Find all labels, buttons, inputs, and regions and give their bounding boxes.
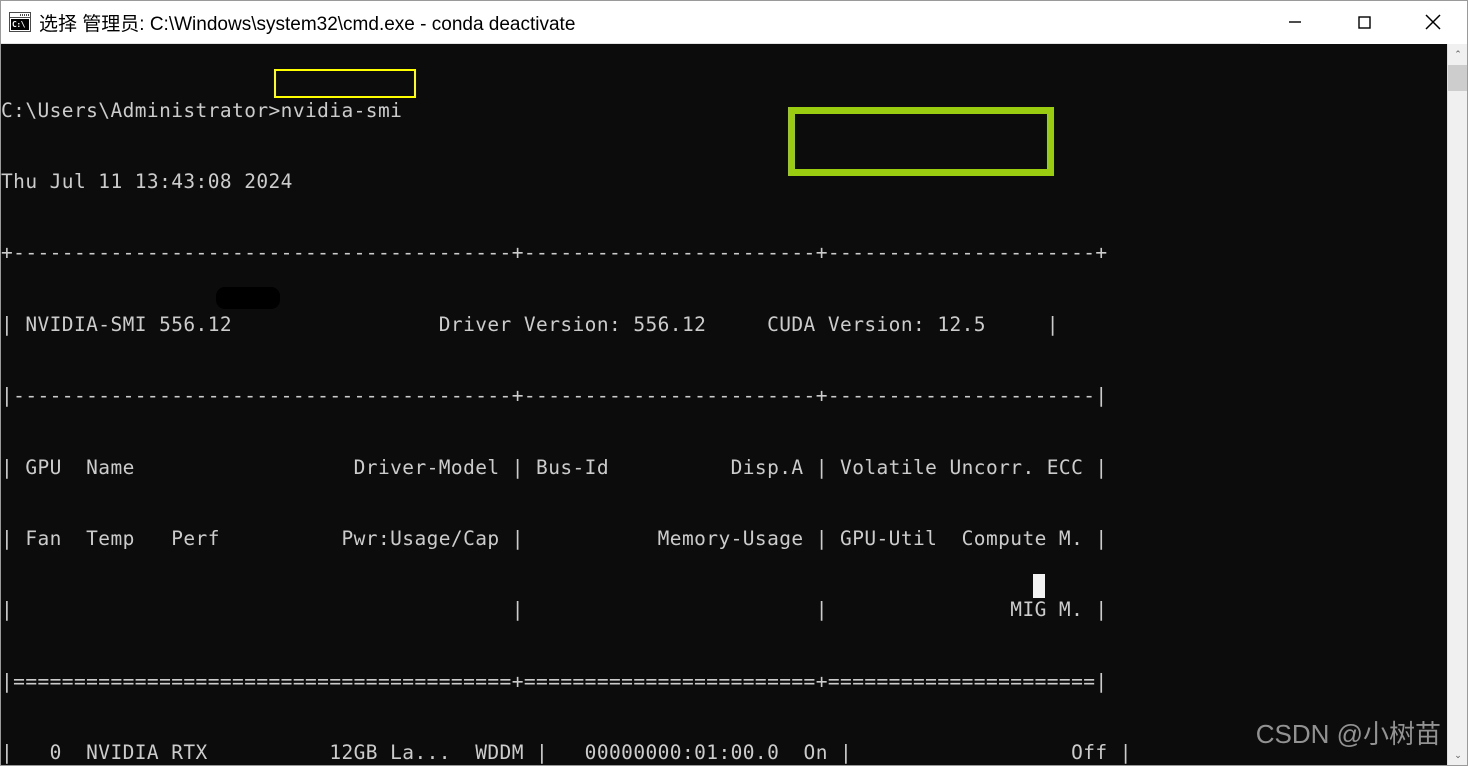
terminal-line: +---------------------------------------… (1, 241, 1108, 265)
terminal-output[interactable]: C:\Users\Administrator>nvidia-smi Thu Ju… (1, 44, 1448, 765)
cmd-icon-titlebar-glyph (10, 13, 30, 18)
terminal-line: | | | MIG M. | (1, 598, 1108, 622)
maximize-button[interactable] (1329, 1, 1398, 44)
minimize-button[interactable] (1260, 1, 1329, 44)
text-cursor (1033, 574, 1045, 598)
cmd-app-icon: C:\ (9, 12, 31, 32)
vertical-scrollbar[interactable]: ⌃ ⌄ (1447, 44, 1467, 765)
terminal-line: | NVIDIA-SMI 556.12 Driver Version: 556.… (1, 312, 1059, 336)
window-controls (1260, 1, 1467, 44)
terminal-line: | 0 NVIDIA RTX 12GB La... WDDM | 0000000… (1, 741, 1132, 765)
close-icon (1424, 14, 1441, 30)
terminal-line: | GPU Name Driver-Model | Bus-Id Disp.A … (1, 455, 1108, 479)
terminal-line: |=======================================… (1, 669, 1108, 693)
window-title: 选择 管理员: C:\Windows\system32\cmd.exe - co… (39, 13, 576, 35)
scrollbar-thumb[interactable] (1448, 65, 1467, 91)
terminal-line: Thu Jul 11 13:43:08 2024 (1, 169, 293, 193)
window-titlebar[interactable]: C:\ 选择 管理员: C:\Windows\system32\cmd.exe … (1, 1, 1467, 44)
cmd-window: C:\ 选择 管理员: C:\Windows\system32\cmd.exe … (0, 0, 1468, 766)
terminal-line: |---------------------------------------… (1, 384, 1108, 408)
terminal-line: C:\Users\Administrator>nvidia-smi (1, 98, 403, 122)
minimize-icon (1288, 21, 1301, 23)
redacted-gpu-name (216, 287, 280, 309)
csdn-watermark: CSDN @小树苗 (1255, 719, 1441, 749)
terminal-line: | Fan Temp Perf Pwr:Usage/Cap | Memory-U… (1, 526, 1108, 550)
cmd-icon-screen-label: C:\ (11, 19, 29, 30)
close-button[interactable] (1398, 1, 1467, 44)
scroll-down-arrow-icon[interactable]: ⌄ (1448, 745, 1467, 765)
maximize-icon (1357, 16, 1371, 29)
scroll-up-arrow-icon[interactable]: ⌃ (1448, 44, 1467, 64)
